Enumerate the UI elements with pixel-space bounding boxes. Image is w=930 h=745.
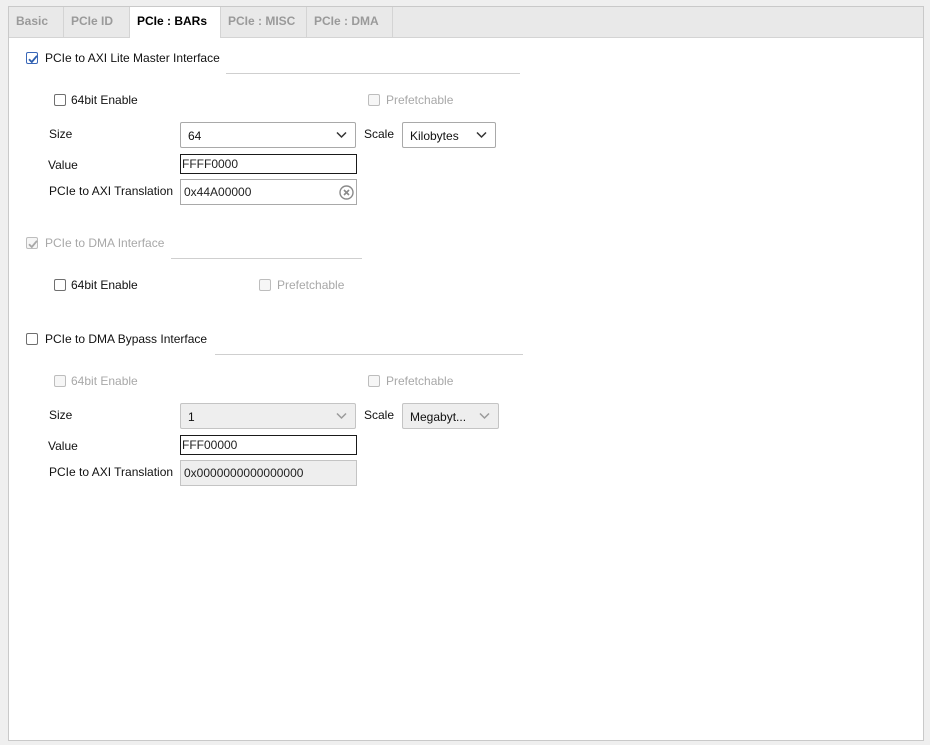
dma-checkbox[interactable]: [26, 237, 38, 249]
dma-bypass-64bit-checkbox[interactable]: [54, 375, 66, 387]
tab-pcie-bars[interactable]: PCIe : BARs: [130, 7, 221, 38]
dma-prefetch-checkbox[interactable]: [259, 279, 271, 291]
chevron-down-icon: [336, 412, 347, 420]
tab-pcie-id[interactable]: PCIe ID: [64, 7, 130, 37]
dma-title: PCIe to DMA Interface: [45, 236, 165, 250]
dma-bypass-value-field[interactable]: FFF00000: [180, 435, 357, 455]
axi-lite-size-label: Size: [49, 127, 73, 141]
axi-lite-scale-label: Scale: [364, 127, 395, 141]
dma-bypass-value-label: Value: [48, 439, 78, 453]
axi-lite-size-value: 64: [188, 129, 202, 143]
dma-bypass-scale-value: Megabyt...: [410, 410, 467, 424]
axi-lite-scale-select[interactable]: Kilobytes: [402, 122, 496, 148]
checkmark-icon: [28, 240, 38, 249]
dma-bypass-translation-input[interactable]: 0x0000000000000000: [180, 460, 357, 486]
tab-pcie-misc[interactable]: PCIe : MISC: [221, 7, 307, 37]
axi-lite-checkbox[interactable]: [26, 52, 38, 64]
dma-bypass-size-select[interactable]: 1: [180, 403, 356, 429]
settings-panel: Basic PCIe ID PCIe : BARs PCIe : MISC PC…: [8, 6, 924, 741]
axi-lite-prefetch-label: Prefetchable: [386, 93, 454, 107]
axi-lite-64bit-label: 64bit Enable: [71, 93, 138, 107]
axi-lite-prefetch-checkbox[interactable]: [368, 94, 380, 106]
dma-bypass-prefetch-checkbox[interactable]: [368, 375, 380, 387]
dma-bypass-checkbox[interactable]: [26, 333, 38, 345]
axi-lite-translation-input[interactable]: 0x44A00000: [180, 179, 357, 205]
dma-bypass-translation-value: 0x0000000000000000: [184, 466, 304, 480]
chevron-down-icon: [336, 131, 347, 139]
dma-prefetch-label: Prefetchable: [277, 278, 345, 292]
dma-bypass-scale-select[interactable]: Megabyt...: [402, 403, 499, 429]
dma-bypass-size-label: Size: [49, 408, 73, 422]
tab-bar: Basic PCIe ID PCIe : BARs PCIe : MISC PC…: [9, 7, 923, 38]
tab-basic[interactable]: Basic: [9, 7, 64, 37]
axi-lite-64bit-checkbox[interactable]: [54, 94, 66, 106]
section-divider: [215, 354, 523, 355]
chevron-down-icon: [479, 412, 490, 420]
axi-lite-size-select[interactable]: 64: [180, 122, 356, 148]
dma-64bit-checkbox[interactable]: [54, 279, 66, 291]
section-divider: [226, 73, 520, 74]
dma-64bit-label: 64bit Enable: [71, 278, 138, 292]
dma-bypass-title: PCIe to DMA Bypass Interface: [45, 332, 208, 346]
axi-lite-value-label: Value: [48, 158, 78, 172]
chevron-down-icon: [476, 131, 487, 139]
axi-lite-title: PCIe to AXI Lite Master Interface: [45, 51, 220, 65]
clear-icon[interactable]: [339, 185, 354, 200]
dma-bypass-size-value: 1: [188, 410, 195, 424]
axi-lite-translation-label: PCIe to AXI Translation: [49, 184, 174, 198]
checkmark-icon: [28, 55, 38, 64]
dma-bypass-prefetch-label: Prefetchable: [386, 374, 454, 388]
axi-lite-scale-value: Kilobytes: [410, 129, 459, 143]
dma-bypass-64bit-label: 64bit Enable: [71, 374, 138, 388]
axi-lite-translation-value: 0x44A00000: [184, 185, 252, 199]
dma-bypass-translation-label: PCIe to AXI Translation: [49, 465, 174, 479]
dma-bypass-scale-label: Scale: [364, 408, 395, 422]
tab-pcie-dma[interactable]: PCIe : DMA: [307, 7, 393, 37]
axi-lite-value-field[interactable]: FFFF0000: [180, 154, 357, 174]
section-divider: [171, 258, 362, 259]
